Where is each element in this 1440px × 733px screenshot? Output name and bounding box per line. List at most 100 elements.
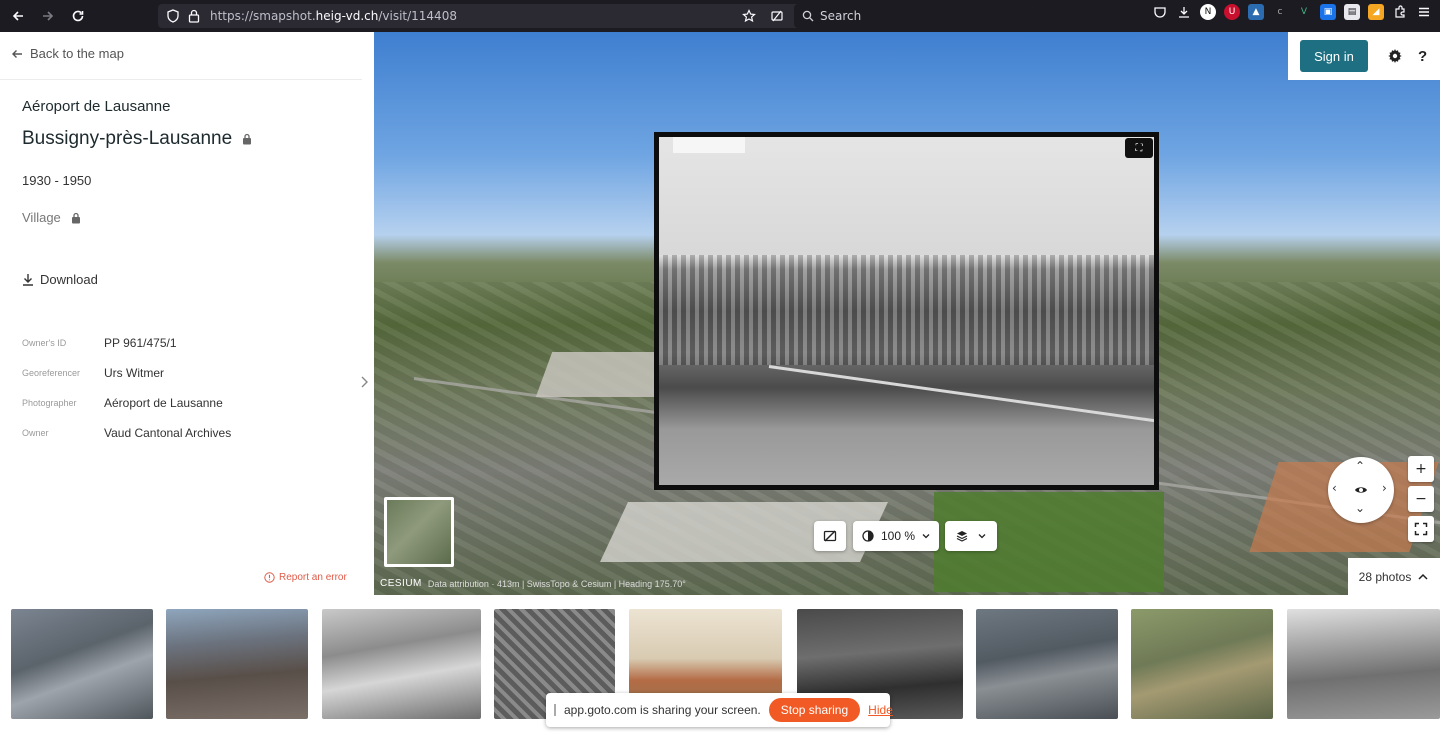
fullscreen-icon	[1414, 522, 1428, 536]
back-to-map-link[interactable]: Back to the map	[10, 46, 124, 61]
photo-rails	[768, 365, 1154, 427]
forward-arrow-icon[interactable]	[36, 4, 60, 28]
metadata-row-photographer: Photographer Aéroport de Lausanne	[22, 388, 231, 418]
photo-title: Bussigny-près-Lausanne	[22, 128, 233, 149]
compass-left-icon[interactable]: ‹	[1332, 481, 1337, 495]
opacity-dropdown[interactable]: 100 %	[853, 521, 939, 551]
metadata-value: Urs Witmer	[104, 366, 164, 380]
report-error-label: Report an error	[279, 572, 347, 583]
historic-photo-image	[659, 137, 1154, 485]
extensions-puzzle-icon[interactable]	[1392, 4, 1408, 20]
arrow-left-icon	[12, 49, 22, 58]
permissions-icon[interactable]	[766, 5, 788, 27]
filmstrip-thumbnail[interactable]	[976, 609, 1118, 719]
photo-town-texture	[659, 255, 1154, 365]
downloads-icon[interactable]	[1176, 4, 1192, 20]
photos-count-toggle[interactable]: 28 photos	[1348, 558, 1440, 595]
chevron-down-icon	[922, 534, 930, 539]
compass-right-icon[interactable]: ›	[1382, 481, 1387, 495]
layers-icon	[956, 531, 968, 542]
report-error-link[interactable]: Report an error	[264, 572, 347, 583]
map-controls: 100 %	[814, 521, 997, 551]
lock-icon[interactable]	[188, 9, 200, 23]
collapse-panel-chevron-icon[interactable]	[358, 374, 370, 390]
vue-devtools-icon[interactable]: V	[1296, 4, 1312, 20]
title-row: Bussigny-près-Lausanne	[22, 128, 252, 150]
metadata-row-georeferencer: Georeferencer Urs Witmer	[22, 358, 231, 388]
filmstrip-thumbnail[interactable]	[1287, 609, 1440, 719]
help-button[interactable]: ?	[1418, 48, 1427, 65]
date-range: 1930 - 1950	[22, 173, 92, 188]
back-to-map-label: Back to the map	[30, 46, 124, 61]
zoom-out-button[interactable]: −	[1408, 486, 1434, 512]
menu-hamburger-icon[interactable]	[1416, 4, 1432, 20]
extension-doc-icon[interactable]: ▤	[1344, 4, 1360, 20]
panel-divider	[0, 79, 362, 80]
metadata-key: Owner's ID	[22, 338, 67, 348]
type-row: Village	[22, 210, 81, 225]
metadata-row-owner-id: Owner's ID PP 961/475/1	[22, 328, 231, 358]
metadata-row-owner: Owner Vaud Cantonal Archives	[22, 418, 231, 448]
compass-down-icon[interactable]: ⌄	[1355, 501, 1365, 515]
filmstrip-thumbnail[interactable]	[322, 609, 481, 719]
extensions-area: N U ▲ c V ▣ ▤ ◢	[1152, 4, 1432, 20]
drag-handle-icon[interactable]	[554, 704, 556, 716]
chevron-up-icon	[1418, 573, 1428, 580]
reload-icon[interactable]	[66, 4, 90, 28]
opacity-value: 100 %	[880, 529, 916, 543]
search-input[interactable]: Search	[794, 4, 1034, 28]
extension-screen-icon[interactable]: ▣	[1320, 4, 1336, 20]
hide-banner-link[interactable]: Hide	[868, 703, 893, 717]
eye-icon[interactable]	[1354, 484, 1368, 496]
title-lock-icon	[243, 133, 252, 145]
photo-label-tab	[673, 137, 745, 153]
layers-dropdown[interactable]	[945, 521, 997, 551]
photo-type: Village	[22, 210, 61, 225]
sharing-message: app.goto.com is sharing your screen.	[564, 703, 761, 717]
metadata-key: Owner	[22, 428, 49, 438]
cesium-credits: CESIUM Data attribution · 413m | SwissTo…	[380, 578, 686, 589]
zoom-in-button[interactable]: +	[1408, 456, 1434, 482]
extension-triangle-icon[interactable]: ◢	[1368, 4, 1384, 20]
navigation-compass[interactable]: ⌃ ⌄ ‹ ›	[1328, 457, 1394, 523]
download-label: Download	[40, 272, 98, 287]
photos-count-label: 28 photos	[1358, 569, 1412, 584]
filmstrip-thumbnail[interactable]	[1131, 609, 1273, 719]
search-icon	[802, 10, 814, 22]
extension-blue-icon[interactable]: ▲	[1248, 4, 1264, 20]
filmstrip-thumbnail[interactable]	[11, 609, 153, 719]
browser-toolbar: https://smapshot.heig-vd.ch/visit/114408…	[0, 0, 1440, 32]
extension-ublock-icon[interactable]: U	[1224, 4, 1240, 20]
cesium-logo[interactable]: CESIUM	[380, 578, 422, 589]
tracking-shield-icon[interactable]	[166, 9, 180, 23]
extension-c-icon[interactable]: c	[1272, 4, 1288, 20]
minimap-thumbnail[interactable]	[384, 497, 454, 567]
fullscreen-button[interactable]	[1408, 516, 1434, 542]
back-arrow-icon[interactable]	[6, 4, 30, 28]
top-right-actions: Sign in ?	[1288, 32, 1440, 80]
download-button[interactable]: Download	[22, 272, 98, 287]
historic-photo-overlay[interactable]: ⛶	[654, 132, 1159, 490]
hide-photo-button[interactable]	[814, 521, 846, 551]
cesium-3d-viewer[interactable]: ⛶ 100 % CESIUM Data attribution · 413m |…	[374, 32, 1440, 595]
extension-n-icon[interactable]: N	[1200, 4, 1216, 20]
address-bar[interactable]: https://smapshot.heig-vd.ch/visit/114408…	[158, 4, 1034, 28]
chevron-down-icon	[978, 534, 986, 539]
photo-subtitle: Aéroport de Lausanne	[22, 98, 171, 115]
search-placeholder: Search	[820, 9, 862, 23]
filmstrip-thumbnail[interactable]	[166, 609, 308, 719]
url-text[interactable]: https://smapshot.heig-vd.ch/visit/114408	[210, 9, 457, 23]
photo-expand-icon[interactable]: ⛶	[1125, 138, 1153, 158]
compass-up-icon[interactable]: ⌃	[1355, 459, 1365, 473]
zoom-controls: + −	[1408, 456, 1434, 542]
metadata-table: Owner's ID PP 961/475/1 Georeferencer Ur…	[22, 328, 231, 448]
warning-circle-icon	[264, 572, 275, 583]
image-off-icon	[823, 530, 837, 542]
metadata-value: Aéroport de Lausanne	[104, 396, 223, 410]
gear-icon[interactable]	[1386, 47, 1404, 65]
metadata-value: PP 961/475/1	[104, 336, 177, 350]
bookmark-star-icon[interactable]	[738, 5, 760, 27]
pocket-icon[interactable]	[1152, 4, 1168, 20]
stop-sharing-button[interactable]: Stop sharing	[768, 698, 861, 722]
sign-in-button[interactable]: Sign in	[1300, 40, 1368, 72]
